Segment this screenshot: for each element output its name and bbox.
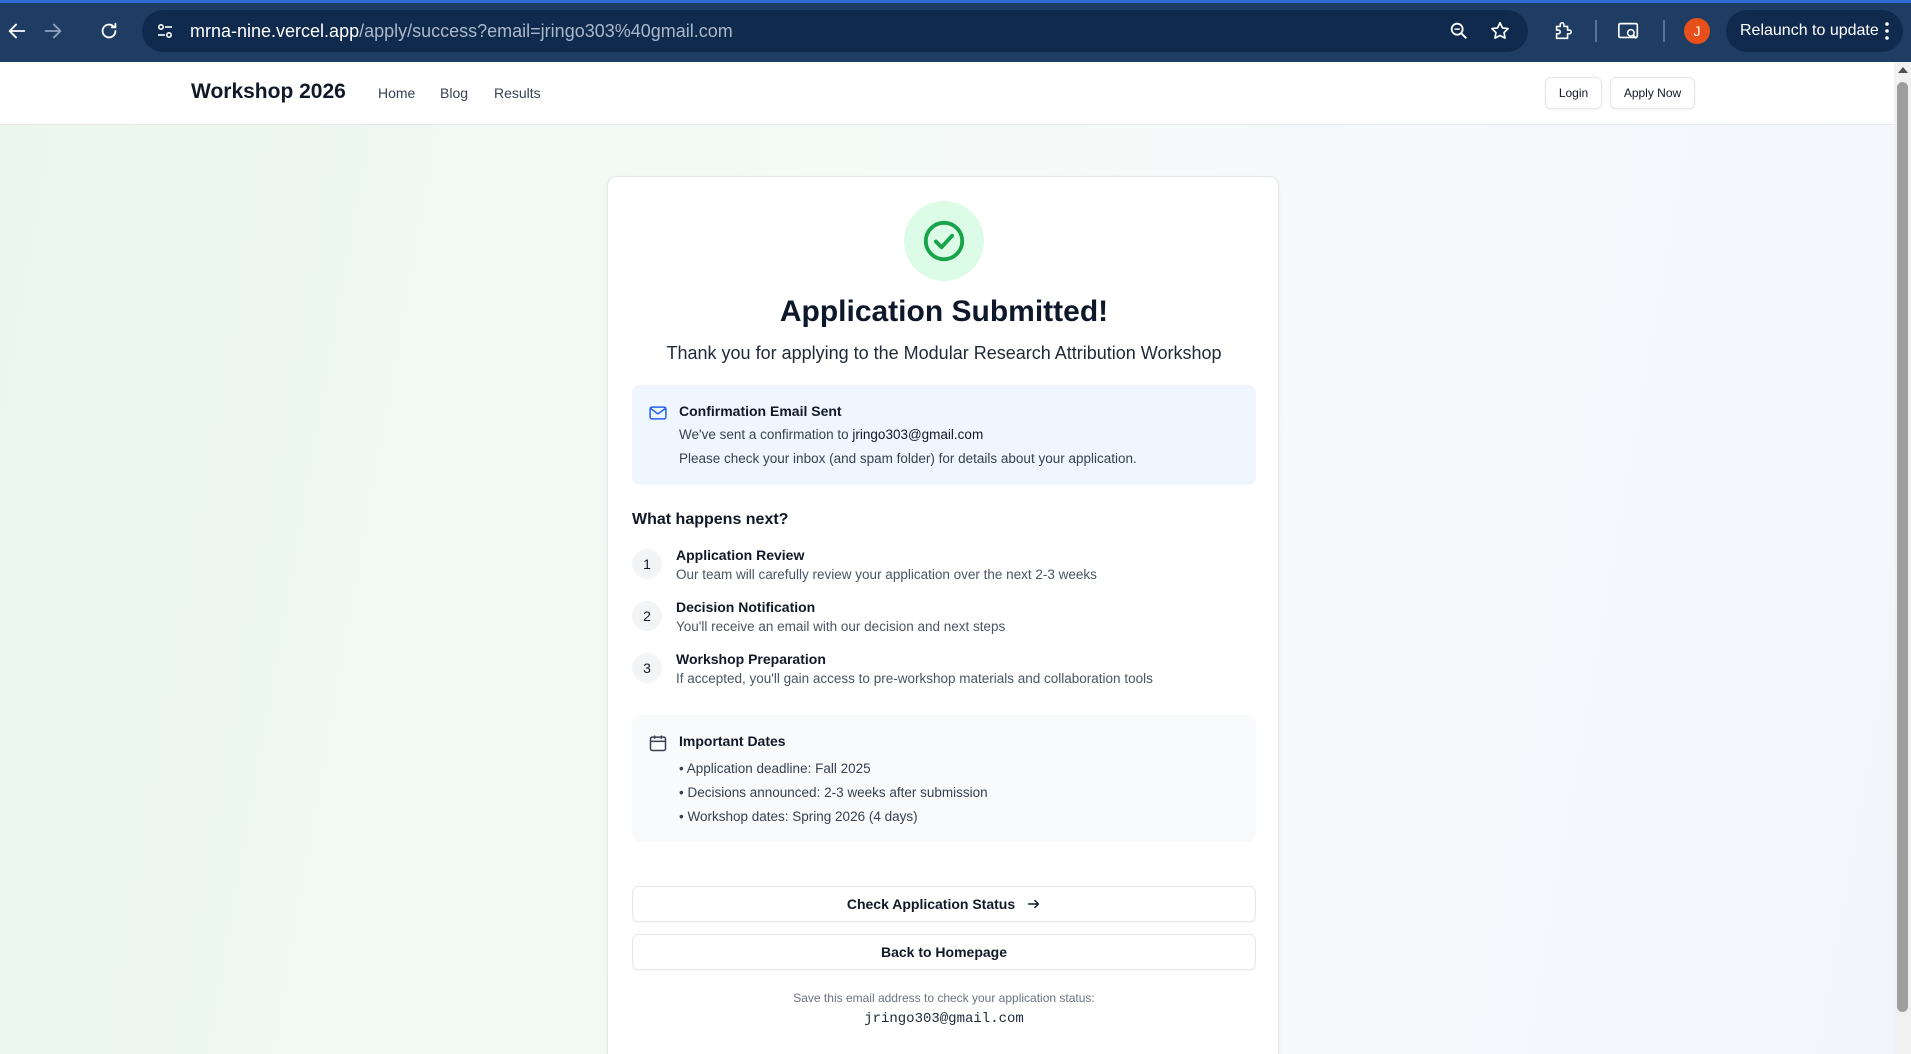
- brand-logo[interactable]: Workshop 2026: [191, 80, 346, 104]
- nav-blog[interactable]: Blog: [440, 85, 468, 101]
- toolbar-divider: [1595, 20, 1597, 42]
- url-text: mrna-nine.vercel.app/apply/success?email…: [190, 21, 733, 42]
- step-description: Our team will carefully review your appl…: [676, 567, 1097, 582]
- page-subtitle: Thank you for applying to the Modular Re…: [666, 343, 1222, 363]
- confirmation-notice: Confirmation Email Sent We've sent a con…: [632, 385, 1256, 485]
- address-bar[interactable]: mrna-nine.vercel.app/apply/success?email…: [142, 10, 1528, 52]
- date-item: • Application deadline: Fall 2025: [679, 761, 871, 776]
- arrow-right-icon: [1028, 899, 1040, 909]
- back-to-homepage-button[interactable]: Back to Homepage: [632, 934, 1256, 970]
- check-status-label: Check Application Status: [846, 896, 1016, 912]
- star-icon: [1491, 21, 1509, 39]
- nav-home[interactable]: Home: [378, 85, 415, 101]
- url-path: /apply/success?email=jringo303%40gmail.c…: [359, 20, 733, 41]
- success-card: Application Submitted! Thank you for app…: [607, 176, 1279, 1054]
- page-scrollbar[interactable]: [1894, 62, 1911, 1054]
- step-description: You'll receive an email with our decisio…: [676, 619, 1006, 634]
- back-arrow-icon: [8, 23, 26, 39]
- confirmation-title: Confirmation Email Sent: [679, 403, 842, 419]
- extensions-button[interactable]: [1546, 14, 1580, 48]
- apply-now-button[interactable]: Apply Now: [1610, 77, 1695, 109]
- step-number: 1: [632, 549, 662, 579]
- login-button[interactable]: Login: [1545, 77, 1602, 109]
- step-number: 3: [632, 653, 662, 683]
- zoom-icon: [1450, 22, 1467, 39]
- confirmation-prefix: We've sent a confirmation to: [679, 427, 853, 442]
- back-button[interactable]: [0, 14, 34, 48]
- step-title: Decision Notification: [676, 599, 816, 615]
- step-title: Workshop Preparation: [676, 651, 826, 667]
- date-item: • Decisions announced: 2-3 weeks after s…: [679, 785, 988, 800]
- menu-dots-icon: [1885, 22, 1889, 40]
- scroll-up-arrow-icon[interactable]: [1898, 67, 1908, 73]
- step-description: If accepted, you'll gain access to pre-w…: [676, 671, 1153, 686]
- toolbar-divider: [1663, 20, 1665, 42]
- confirmation-line-2: Please check your inbox (and spam folder…: [679, 451, 1137, 466]
- scroll-thumb[interactable]: [1897, 82, 1908, 1012]
- check-status-button[interactable]: Check Application Status: [632, 886, 1256, 922]
- mail-icon: [649, 406, 667, 420]
- save-email-note: Save this email address to check your ap…: [793, 991, 1095, 1005]
- page-title: Application Submitted!: [779, 295, 1109, 328]
- calendar-icon: [649, 735, 667, 752]
- cast-button[interactable]: [1612, 14, 1646, 48]
- site-info-icon: [157, 23, 173, 39]
- nav-results[interactable]: Results: [494, 85, 541, 101]
- browser-toolbar: mrna-nine.vercel.app/apply/success?email…: [0, 0, 1911, 62]
- bookmark-button[interactable]: [1485, 16, 1515, 46]
- site-info-button[interactable]: [150, 16, 180, 46]
- relaunch-button[interactable]: Relaunch to update: [1726, 10, 1903, 52]
- dates-title: Important Dates: [679, 733, 786, 749]
- step-number: 2: [632, 601, 662, 631]
- cast-icon: [1618, 22, 1639, 39]
- url-host: mrna-nine.vercel.app: [190, 20, 360, 41]
- extensions-icon: [1555, 21, 1573, 40]
- reload-icon: [101, 22, 117, 39]
- forward-arrow-icon: [44, 23, 62, 39]
- check-circle-icon: [923, 220, 965, 262]
- site-header: Workshop 2026 Home Blog Results Login Ap…: [0, 62, 1894, 125]
- relaunch-label: Relaunch to update: [1740, 22, 1879, 39]
- tab-strip-edge: [0, 0, 1911, 3]
- step-title: Application Review: [676, 547, 805, 563]
- profile-avatar[interactable]: J: [1684, 18, 1710, 44]
- confirmation-email: jringo303@gmail.com: [852, 427, 984, 442]
- confirmation-line-1: We've sent a confirmation to jringo303@g…: [679, 427, 983, 442]
- date-item: • Workshop dates: Spring 2026 (4 days): [679, 809, 918, 824]
- reload-button[interactable]: [92, 14, 126, 48]
- success-badge: [904, 201, 984, 281]
- forward-button[interactable]: [36, 14, 70, 48]
- next-steps-heading: What happens next?: [632, 511, 789, 528]
- zoom-button[interactable]: [1444, 16, 1474, 46]
- saved-email: jringo303@gmail.com: [864, 1011, 1024, 1027]
- page-viewport: Workshop 2026 Home Blog Results Login Ap…: [0, 62, 1894, 1054]
- important-dates: Important Dates • Application deadline: …: [632, 715, 1256, 842]
